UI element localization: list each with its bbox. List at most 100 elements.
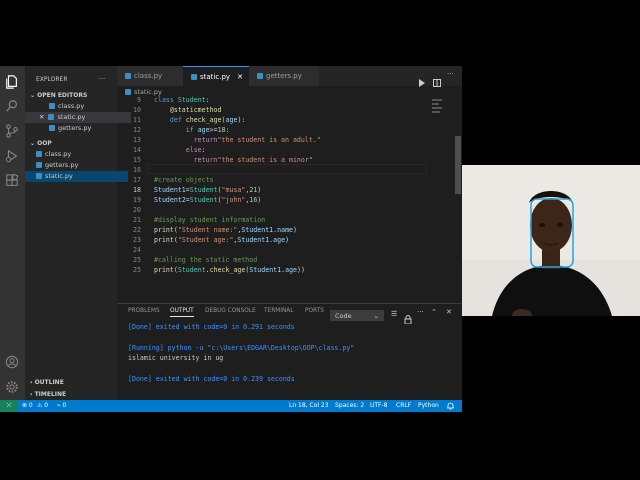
editor-scrollbar[interactable] (455, 136, 461, 194)
current-line-highlight (147, 164, 427, 174)
lock-icon[interactable] (404, 309, 412, 328)
line-number: 20 (133, 206, 141, 214)
line-number: 24 (133, 246, 141, 254)
minimap[interactable] (432, 99, 444, 129)
code-line: #create objects (154, 176, 214, 184)
tab-static-py[interactable]: static.py ✕ (183, 66, 249, 86)
tab-class-py[interactable]: class.py (117, 66, 183, 86)
close-icon[interactable]: ✕ (237, 67, 243, 87)
outline-title: OUTLINE (34, 379, 64, 386)
source-control-icon[interactable] (4, 123, 20, 139)
file-item[interactable]: getters.py (25, 160, 128, 171)
list-filter-icon[interactable]: ☰ (391, 310, 397, 318)
tab-output[interactable]: OUTPUT (170, 308, 194, 317)
outline-header[interactable]: › OUTLINE (25, 377, 122, 388)
output-line: [Done] exited with code=0 in 0.291 secon… (128, 323, 295, 331)
line-number: 11 (133, 116, 141, 124)
file-label: static.py (45, 172, 73, 180)
code-line: class Student: (154, 96, 210, 104)
close-panel-icon[interactable]: ✕ (446, 308, 452, 316)
tab-label: static.py (200, 73, 231, 81)
more-actions-icon[interactable]: ··· (99, 74, 113, 85)
line-number: 15 (133, 156, 141, 164)
run-debug-icon[interactable] (4, 148, 20, 164)
tab-ports[interactable]: PORTS (305, 308, 324, 314)
language-mode[interactable]: Python (418, 400, 439, 412)
output-line: [Running] python -u "c:\Users\EDGAR\Desk… (128, 344, 355, 352)
tab-terminal[interactable]: TERMINAL (264, 308, 293, 314)
code-line: return"the student is an adult." (193, 136, 321, 144)
indentation[interactable]: Spaces: 2 (335, 400, 364, 412)
code-line: print(Student.check_age(Student1.age)) (154, 266, 305, 274)
python-file-icon (49, 103, 55, 109)
code-line: Student2=Student("john",16) (154, 196, 262, 204)
output-line: [Done] exited with code=0 in 0.239 secon… (128, 375, 295, 383)
line-number: 10 (133, 106, 141, 114)
vscode-window: EXPLORER ··· ⌄ OPEN EDITORS class.py ✕ st… (0, 66, 462, 412)
search-icon[interactable] (4, 98, 20, 114)
settings-gear-icon[interactable] (4, 379, 20, 395)
code-line: #calling the static method (154, 256, 258, 264)
encoding[interactable]: UTF-8 (370, 400, 388, 412)
cursor-position[interactable]: Ln 18, Col 23 (289, 400, 329, 412)
folder-header[interactable]: ⌄ OOP (25, 138, 122, 149)
bottom-panel: PROBLEMS OUTPUT DEBUG CONSOLE TERMINAL P… (117, 303, 462, 401)
code-line: def check_age(age): (169, 116, 246, 124)
python-file-icon (36, 162, 42, 168)
code-line: @staticmethod (169, 106, 222, 114)
open-editor-label: static.py (57, 113, 86, 121)
line-number: 12 (133, 126, 141, 134)
notifications-bell-icon[interactable] (447, 400, 454, 412)
tab-bar: class.py static.py ✕ getters.py ··· (117, 66, 462, 87)
python-file-icon (36, 151, 42, 157)
tab-problems[interactable]: PROBLEMS (128, 308, 160, 314)
line-number-current: 18 (133, 186, 141, 194)
close-icon[interactable]: ✕ (39, 113, 44, 121)
tab-debug-console[interactable]: DEBUG CONSOLE (205, 308, 256, 314)
open-editor-item[interactable]: ✕ static.py (25, 112, 131, 123)
open-editor-label: getters.py (58, 124, 92, 132)
more-actions-icon[interactable]: ··· (447, 70, 454, 78)
code-line: print("Student name:",Student1.name) (154, 226, 297, 234)
more-actions-icon[interactable]: ··· (417, 308, 424, 316)
python-file-icon (36, 173, 42, 179)
account-icon[interactable] (4, 354, 20, 370)
extensions-icon[interactable] (4, 173, 20, 189)
open-editors-header[interactable]: ⌄ OPEN EDITORS (25, 90, 122, 101)
file-item[interactable]: class.py (25, 149, 128, 160)
output-channel-select[interactable]: Code ⌄ (330, 310, 384, 321)
line-number: 17 (133, 176, 141, 184)
line-number: 25 (133, 266, 141, 274)
tab-getters-py[interactable]: getters.py (249, 66, 319, 86)
line-number: 19 (133, 196, 141, 204)
line-number: 14 (133, 146, 141, 154)
line-number: 22 (133, 226, 141, 234)
webcam-overlay (462, 165, 640, 316)
select-value: Code (335, 312, 352, 320)
editor-area: class.py static.py ✕ getters.py ··· stat… (117, 66, 462, 401)
errors-count[interactable]: ⊗ 0 (22, 400, 33, 412)
code-line: #display student information (154, 216, 266, 224)
ports-indicator[interactable]: ⌁ 0 (57, 400, 66, 412)
code-editor[interactable]: 9 10 11 12 13 14 15 16 17 18 19 20 21 22… (117, 96, 462, 298)
python-file-icon (125, 73, 131, 79)
code-line: else: (185, 146, 206, 154)
timeline-header[interactable]: › TIMELINE (25, 389, 122, 400)
code-line: print("Student age:",Student1.age) (154, 236, 290, 244)
line-number: 16 (133, 166, 141, 174)
line-number: 13 (133, 136, 141, 144)
line-number: 21 (133, 216, 141, 224)
warnings-count[interactable]: ⚠ 0 (37, 400, 48, 412)
maximize-panel-icon[interactable]: ⌃ (431, 308, 437, 316)
file-item[interactable]: static.py (25, 171, 128, 182)
code-line: return"the student is a minor" (193, 156, 313, 164)
output-line: islamic university in ug (128, 354, 224, 362)
explorer-icon[interactable] (4, 74, 20, 90)
explorer-title: EXPLORER (36, 76, 68, 83)
line-ending[interactable]: CRLF (396, 400, 411, 412)
python-file-icon (125, 89, 131, 95)
remote-indicator-icon[interactable]: ⤫ (0, 400, 18, 412)
